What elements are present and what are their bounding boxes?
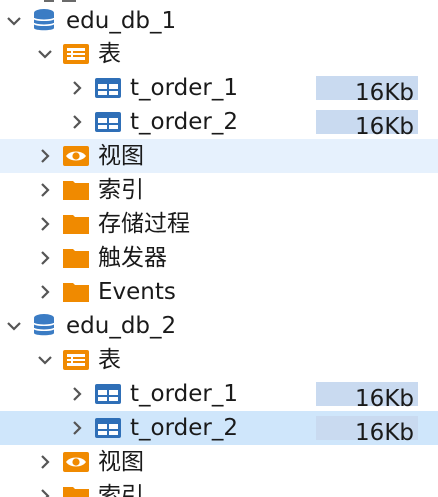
folder-label: 索引	[98, 483, 144, 497]
database-icon	[30, 312, 58, 340]
navigator-tree: edu_db_1 表 t_order_1 16Kb t_order_2 16Kb…	[0, 0, 438, 497]
tree-node-table[interactable]: t_order_2 16Kb	[0, 411, 438, 446]
chevron-right-icon[interactable]	[34, 213, 56, 235]
table-folder-icon	[62, 40, 90, 68]
table-size-bar: 16Kb	[316, 416, 418, 446]
database-name: edu_db_1	[66, 8, 177, 34]
tree-node-views-folder[interactable]: 视图	[0, 139, 438, 173]
tables-folder-label: 表	[98, 347, 121, 373]
table-name: t_order_1	[130, 381, 238, 407]
tree-node-database[interactable]: edu_db_1	[0, 4, 438, 38]
chevron-right-icon[interactable]	[66, 417, 88, 439]
tree-node-table[interactable]: t_order_1 16Kb	[0, 377, 438, 412]
chevron-down-icon[interactable]	[3, 315, 25, 337]
folder-icon	[62, 210, 90, 238]
database-icon	[30, 7, 58, 35]
table-name: t_order_2	[130, 415, 238, 441]
chevron-right-icon[interactable]	[34, 451, 56, 473]
chevron-down-icon[interactable]	[34, 43, 56, 65]
table-size-bar: 16Kb	[316, 110, 418, 140]
chevron-right-icon[interactable]	[66, 77, 88, 99]
folder-icon	[62, 278, 90, 306]
folder-label: 视图	[98, 143, 144, 169]
tree-node-folder[interactable]: 索引	[0, 173, 438, 207]
chevron-down-icon[interactable]	[3, 10, 25, 32]
chevron-down-icon[interactable]	[34, 349, 56, 371]
folder-label: Events	[98, 279, 176, 305]
view-eye-icon	[62, 448, 90, 476]
table-icon	[94, 74, 122, 102]
chevron-right-icon[interactable]	[34, 179, 56, 201]
chevron-right-icon[interactable]	[34, 145, 56, 167]
table-name: t_order_1	[130, 75, 238, 101]
tree-node-tables-folder[interactable]: 表	[0, 37, 438, 71]
tree-node-table[interactable]: t_order_1 16Kb	[0, 71, 438, 106]
chevron-right-icon[interactable]	[34, 485, 56, 497]
folder-label: 触发器	[98, 245, 167, 271]
table-icon	[94, 380, 122, 408]
table-size-bar: 16Kb	[316, 382, 418, 412]
table-size-bar: 16Kb	[316, 76, 418, 106]
tree-node-views-folder[interactable]: 视图	[0, 445, 438, 479]
folder-label: 存储过程	[98, 211, 190, 237]
tree-node-tables-folder[interactable]: 表	[0, 343, 438, 377]
database-name: edu_db_2	[66, 313, 177, 339]
chevron-right-icon[interactable]	[66, 383, 88, 405]
table-name: t_order_2	[130, 109, 238, 135]
table-icon	[94, 414, 122, 442]
folder-icon	[62, 176, 90, 204]
tables-folder-label: 表	[98, 41, 121, 67]
tree-node-folder[interactable]: Events	[0, 275, 438, 309]
table-icon	[94, 108, 122, 136]
tree-node-database[interactable]: edu_db_2	[0, 309, 438, 343]
tree-node-folder[interactable]: 索引	[0, 479, 438, 497]
folder-icon	[62, 482, 90, 497]
chevron-right-icon[interactable]	[34, 247, 56, 269]
tree-node-folder[interactable]: 存储过程	[0, 207, 438, 241]
table-folder-icon	[62, 346, 90, 374]
view-eye-icon	[62, 142, 90, 170]
folder-label: 视图	[98, 449, 144, 475]
tree-node-folder[interactable]: 触发器	[0, 241, 438, 275]
chevron-right-icon[interactable]	[34, 281, 56, 303]
tree-node-table[interactable]: t_order_2 16Kb	[0, 105, 438, 140]
folder-icon	[62, 244, 90, 272]
folder-label: 索引	[98, 177, 144, 203]
chevron-right-icon[interactable]	[66, 111, 88, 133]
